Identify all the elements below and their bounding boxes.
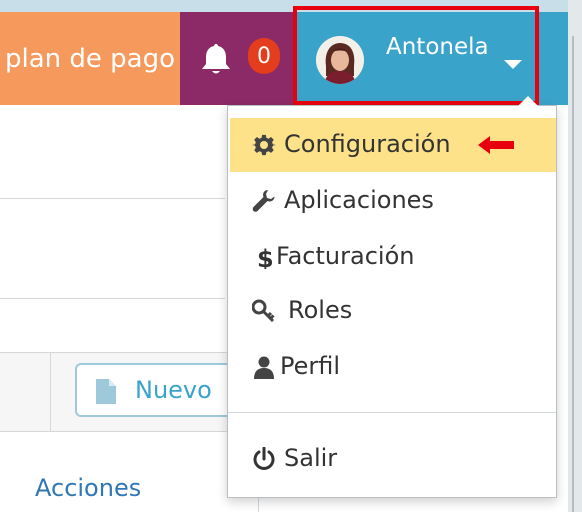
new-button-label: Nuevo [135,376,212,404]
menu-item-label: Configuración [284,130,451,158]
bell-icon [202,44,230,74]
menu-item-roles[interactable]: Roles [230,284,556,338]
key-icon [252,299,275,323]
menu-item-aplicaciones[interactable]: Aplicaciones [230,174,556,228]
document-icon [96,379,116,404]
user-menu-button[interactable]: Antonela [294,12,582,105]
toolbar-separator [50,353,51,431]
toolbar: Nuevo [0,352,258,432]
user-name: Antonela [386,34,489,60]
top-strip [0,0,582,12]
right-scroll-track[interactable] [568,0,582,512]
menu-item-label: Facturación [276,242,415,270]
scroll-divider [572,36,574,512]
menu-item-label: Aplicaciones [284,186,434,214]
menu-item-facturacion[interactable]: $ Facturación [230,230,556,284]
actions-column-header: Acciones [35,474,142,502]
new-button[interactable]: Nuevo [75,363,245,417]
avatar [316,36,364,84]
divider-line [0,298,225,299]
menu-item-label: Perfil [280,352,341,380]
user-icon [254,356,274,379]
user-dropdown-menu: Configuración Aplicaciones $ Facturación… [227,96,557,498]
menu-item-label: Salir [284,444,338,472]
notifications-button[interactable]: 0 [180,12,294,105]
plan-de-pago-button[interactable]: plan de pago [0,12,180,105]
menu-item-salir[interactable]: Salir [230,432,556,486]
dollar-icon: $ [257,245,274,269]
wrench-icon [252,190,275,212]
power-icon [253,447,275,470]
plan-label: plan de pago [4,43,175,74]
red-arrow-icon [478,136,514,154]
svg-text:$: $ [257,245,274,269]
top-navbar: plan de pago 0 Antonela [0,12,582,105]
menu-item-label: Roles [288,296,353,324]
menu-item-perfil[interactable]: Perfil [230,340,556,394]
dropdown-pointer [518,96,538,106]
notification-count-badge: 0 [248,38,280,74]
divider-line [0,198,225,199]
menu-divider [228,412,556,413]
chevron-down-icon [504,60,522,69]
gear-icon [252,134,276,156]
